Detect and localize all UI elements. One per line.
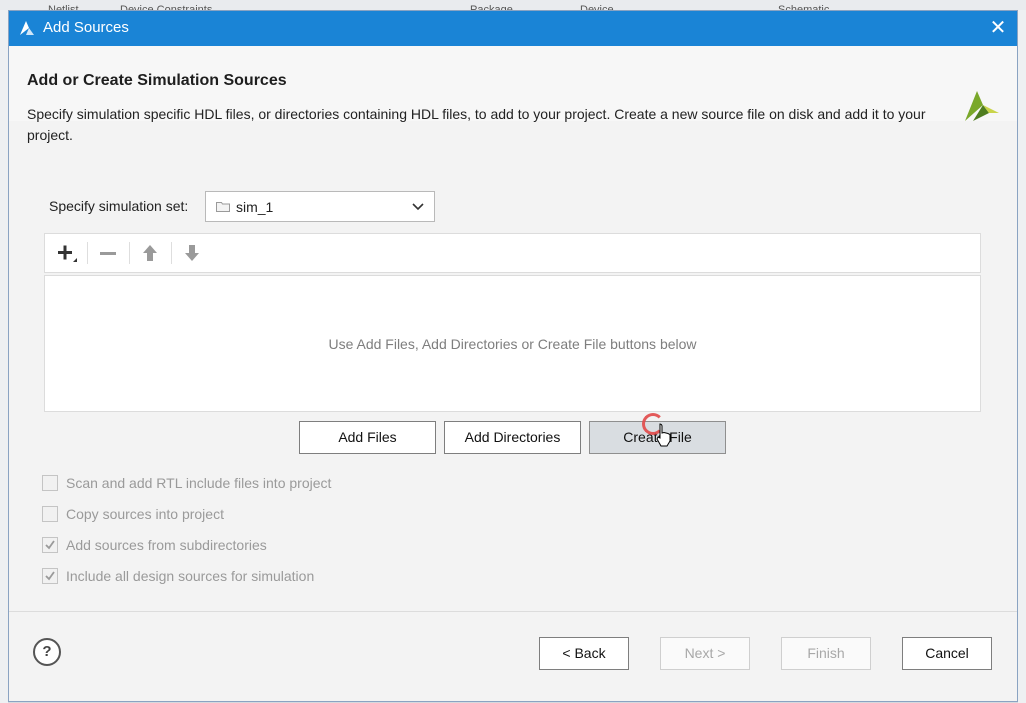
click-indicator xyxy=(642,413,664,435)
toolbar-divider xyxy=(171,242,172,264)
checkbox[interactable] xyxy=(42,506,58,522)
simulation-set-value: sim_1 xyxy=(236,199,274,215)
add-sources-dialog: Add Sources ✕ Add or Create Simulation S… xyxy=(8,10,1018,702)
cancel-button[interactable]: Cancel xyxy=(902,637,992,670)
move-up-button[interactable] xyxy=(137,240,163,266)
vivado-logo-icon xyxy=(20,21,34,35)
add-files-button[interactable]: Add Files xyxy=(299,421,436,454)
brand-logo-icon xyxy=(965,91,999,121)
option-label: Copy sources into project xyxy=(66,506,224,522)
background-right-panel xyxy=(1018,10,1026,703)
dialog-header: Add or Create Simulation Sources Specify… xyxy=(9,46,1017,143)
page-title: Add or Create Simulation Sources xyxy=(27,72,287,89)
simulation-set-label: Specify simulation set: xyxy=(49,198,189,214)
checkmark-icon xyxy=(45,571,55,581)
next-button[interactable]: Next > xyxy=(660,637,750,670)
bg-tab-package: Package xyxy=(470,4,513,10)
dialog-titlebar: Add Sources ✕ xyxy=(9,11,1017,46)
option-label: Add sources from subdirectories xyxy=(66,537,267,553)
toolbar-divider xyxy=(87,242,88,264)
remove-button[interactable] xyxy=(95,240,121,266)
option-label: Scan and add RTL include files into proj… xyxy=(66,475,332,491)
background-left-panel xyxy=(0,10,8,703)
simulation-set-dropdown[interactable]: sim_1 xyxy=(205,191,435,222)
back-button[interactable]: < Back xyxy=(539,637,629,670)
arrow-down-icon xyxy=(185,245,199,261)
toolbar-divider xyxy=(129,242,130,264)
checkbox[interactable] xyxy=(42,537,58,553)
bg-tab-device: Device xyxy=(580,4,614,10)
checkbox[interactable] xyxy=(42,475,58,491)
add-icon xyxy=(58,245,77,262)
footer-divider xyxy=(9,611,1017,612)
empty-list-message: Use Add Files, Add Directories or Create… xyxy=(328,336,697,352)
remove-icon xyxy=(100,252,116,255)
move-down-button[interactable] xyxy=(179,240,205,266)
chevron-down-icon xyxy=(412,203,424,211)
dialog-title: Add Sources xyxy=(43,19,129,36)
option-label: Include all design sources for simulatio… xyxy=(66,568,315,584)
background-tabbar: Netlist Device Constraints Package Devic… xyxy=(0,0,1026,10)
sources-toolbar xyxy=(44,233,981,273)
bg-tab-schematic: Schematic xyxy=(778,4,830,10)
folder-icon xyxy=(216,202,230,212)
checkmark-icon xyxy=(45,540,55,550)
add-directories-button[interactable]: Add Directories xyxy=(444,421,581,454)
checkbox[interactable] xyxy=(42,568,58,584)
add-button[interactable] xyxy=(53,240,79,266)
help-button[interactable]: ? xyxy=(33,638,61,666)
finish-button[interactable]: Finish xyxy=(781,637,871,670)
bg-tab-netlist: Netlist xyxy=(48,4,79,10)
close-button[interactable]: ✕ xyxy=(987,17,1009,39)
bg-tab-device-constraints: Device Constraints xyxy=(120,4,213,10)
page-description: Specify simulation specific HDL files, o… xyxy=(27,106,926,143)
arrow-up-icon xyxy=(143,245,157,261)
source-file-list[interactable]: Use Add Files, Add Directories or Create… xyxy=(44,275,981,412)
